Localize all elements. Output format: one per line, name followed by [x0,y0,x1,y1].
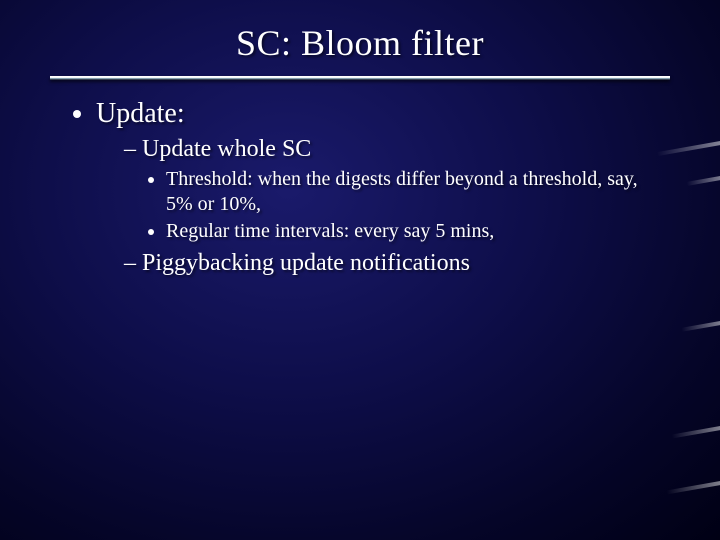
bullet-label: Update whole SC [142,136,311,162]
slide-content: Update: Update whole SC Threshold: when … [0,80,720,277]
list-item: Update: Update whole SC Threshold: when … [96,98,660,277]
decor-stroke [681,320,720,332]
slide-title: SC: Bloom filter [0,0,720,72]
list-item: Piggybacking update notifications [124,250,660,277]
decor-stroke [671,425,720,438]
list-item: Threshold: when the digests differ beyon… [166,167,660,217]
list-item: Regular time intervals: every say 5 mins… [166,219,660,244]
bullet-list-level1: Update: Update whole SC Threshold: when … [60,98,660,277]
list-item: Update whole SC Threshold: when the dige… [124,136,660,244]
slide: SC: Bloom filter Update: Update whole SC… [0,0,720,540]
bullet-label: Regular time intervals: every say 5 mins… [166,220,494,242]
bullet-label: Update: [96,98,185,129]
decor-stroke [667,480,720,494]
bullet-label: Piggybacking update notifications [142,250,470,276]
bullet-list-level2: Update whole SC Threshold: when the dige… [96,136,660,277]
bullet-label: Threshold: when the digests differ beyon… [166,168,638,215]
bullet-list-level3: Threshold: when the digests differ beyon… [124,167,660,244]
